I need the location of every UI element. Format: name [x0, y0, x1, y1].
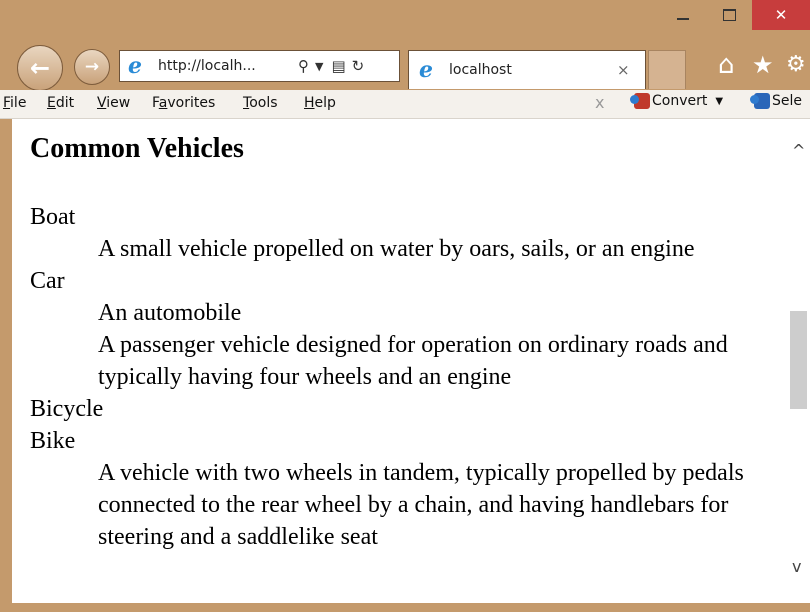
scroll-down-icon[interactable]: v [792, 557, 801, 576]
ie-tab-icon: e [419, 57, 433, 83]
definition-bike: A vehicle with two wheels in tandem, typ… [98, 460, 744, 550]
term-boat: Boat [30, 204, 76, 230]
tab-close-icon[interactable]: × [617, 61, 630, 79]
tab-localhost[interactable]: e localhost × [408, 50, 646, 89]
page-title: Common Vehicles [30, 133, 244, 164]
address-url[interactable]: http://localh... [158, 58, 288, 74]
menu-tools[interactable]: Tools [243, 95, 278, 111]
ie-page-icon: e [128, 53, 142, 79]
menu-edit[interactable]: Edit [47, 95, 74, 111]
minimize-button[interactable] [660, 0, 706, 30]
close-menubar-icon[interactable]: x [595, 93, 604, 112]
refresh-icon[interactable]: ↻ [352, 57, 365, 75]
definition-boat: A small vehicle propelled on water by oa… [98, 236, 695, 262]
window-bottom-border [0, 603, 810, 612]
menu-view[interactable]: View [97, 95, 130, 111]
settings-gear-icon[interactable]: ⚙ [786, 50, 806, 80]
menu-file[interactable]: File [3, 95, 26, 111]
vertical-scrollbar[interactable]: ^ v [787, 119, 810, 603]
definition-car-1: An automobile [98, 300, 242, 326]
convert-button[interactable]: Convert ▼ [630, 93, 724, 109]
select-pdf-icon [750, 93, 770, 109]
scroll-up-icon[interactable]: ^ [792, 141, 805, 160]
navigation-bar: ← → e http://localh... ⚲ ▼ ▤ ↻ e localho… [0, 38, 810, 91]
term-bicycle: Bicycle [30, 396, 104, 422]
forward-button[interactable]: → [74, 49, 110, 85]
definition-list: Boat A small vehicle propelled on water … [30, 201, 787, 553]
back-button[interactable]: ← [17, 45, 63, 91]
tab-title: localhost [449, 62, 512, 78]
term-bike: Bike [30, 428, 76, 454]
definition-car-2: A passenger vehicle designed for operati… [98, 332, 728, 390]
maximize-icon [722, 9, 736, 21]
select-button[interactable]: Sele [750, 93, 802, 109]
dropdown-icon[interactable]: ▼ [315, 60, 323, 73]
favorites-star-icon[interactable]: ★ [752, 50, 774, 80]
page-content: Common Vehicles Boat A small vehicle pro… [12, 119, 787, 603]
convert-pdf-icon [630, 93, 650, 109]
close-icon: ✕ [774, 6, 788, 24]
menu-help[interactable]: Help [304, 95, 336, 111]
compat-view-icon[interactable]: ▤ [331, 57, 345, 75]
home-icon[interactable]: ⌂ [718, 50, 735, 80]
term-car: Car [30, 268, 65, 294]
close-window-button[interactable]: ✕ [752, 0, 810, 30]
menu-bar: File Edit View Favorites Tools Help x Co… [0, 90, 810, 119]
address-bar[interactable]: e http://localh... ⚲ ▼ ▤ ↻ [119, 50, 400, 82]
forward-arrow-icon: → [84, 57, 100, 77]
maximize-button[interactable] [706, 0, 752, 30]
chevron-down-icon: ▼ [715, 95, 724, 107]
back-arrow-icon: ← [29, 54, 51, 82]
browser-window: ✕ ← → e http://localh... ⚲ ▼ ▤ ↻ e local… [0, 0, 810, 612]
scrollbar-thumb[interactable] [790, 311, 807, 409]
search-icon[interactable]: ⚲ [298, 57, 309, 75]
new-tab-button[interactable] [648, 50, 686, 89]
menu-favorites[interactable]: Favorites [152, 95, 215, 111]
minimize-icon [677, 18, 689, 20]
